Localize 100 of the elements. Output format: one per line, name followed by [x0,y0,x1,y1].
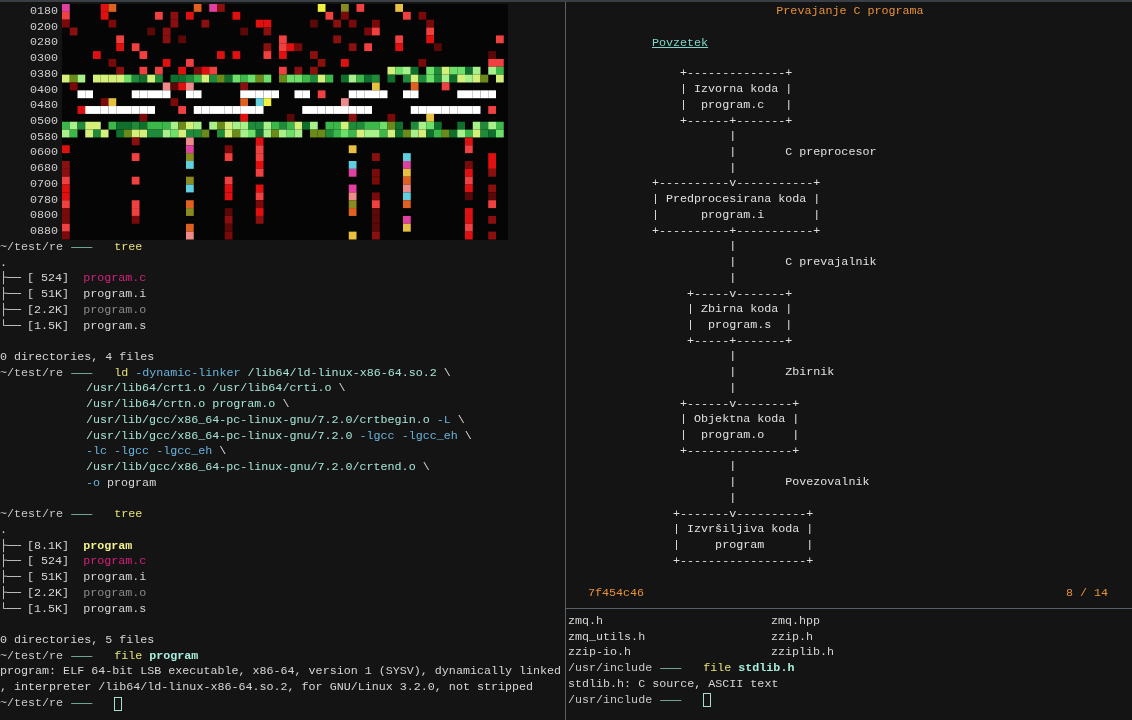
file-size: [ 51K] [27,570,70,586]
diagram-line: | [728,349,737,366]
output-line: 0 directories, 4 files [0,350,155,366]
command-option: -L [436,412,451,427]
diagram-line: | C preprocesor [728,145,877,161]
file-size: [2.2K] [27,585,70,602]
diagram-line: | Predprocesirana koda | [652,192,821,208]
command-name: tree [114,507,143,522]
file-size: [1.5K] [27,318,70,335]
diagram-line: | Izvršiljiva koda | [672,522,814,538]
command-text: \ [282,397,290,412]
prompt-separator: ——— [71,507,93,523]
prompt-path: ~/test/re [0,648,64,665]
offset-label: 0200 [29,19,58,36]
file-size: [1.5K] [27,601,70,618]
tree-branch: ├── [0,570,22,586]
tree-branch: └── [0,318,22,335]
diagram-line: | Zbirna koda | [686,302,793,318]
offset-label: 0600 [29,145,58,162]
diagram-line: +--------------+ [679,66,793,83]
diagram-line: | Izvorna koda | [679,82,793,98]
file-name: program [83,538,133,555]
file-name: program.o [83,302,147,319]
output-line: program: ELF 64-bit LSB executable, x86-64, version 1 (SYSV), dynamically linked [0,664,562,681]
terminal-cursor [703,693,712,708]
file-name: zmq_utils.h [568,629,647,646]
diagram-line: +-----+-------+ [686,333,793,350]
diagram-line: | [728,239,737,256]
command-path: /usr/lib/gcc/x86_64-pc-linux-gnu/7.2.0/crtbegin.o [86,412,430,427]
command-text: \ [464,428,472,443]
prompt-separator: ——— [71,365,93,382]
diagram-line: +------------------+ [672,553,814,570]
output-line: 0 directories, 5 files [0,632,155,649]
prompt-path: /usr/include [568,661,653,677]
diagram-line: +----------v-----------+ [652,176,821,193]
file-size: [8.1K] [27,538,70,555]
command-text: \ [422,460,430,475]
diagram-line: | [728,160,737,177]
offset-label: 0400 [29,82,58,99]
diagram-line: | Objektna koda | [679,412,800,428]
output-line: , interpreter /lib64/ld-linux-x86-64.so.2, for GNU/Linux 3.2.0, not stripped [0,680,534,696]
file-name: zzip-io.h [568,645,633,662]
prompt-separator: ——— [660,692,682,709]
diagram-line: | [728,129,737,146]
prompt-path: ~/test/re [0,507,64,523]
diagram-line: +------+-------+ [679,113,793,130]
file-size: [ 524] [27,554,70,571]
file-name: program.o [83,585,147,602]
diagram-line: | program.s | [686,317,793,334]
diagram-line: | program.o | [679,427,800,444]
prompt-separator: ——— [71,695,93,712]
offset-label: 0500 [29,114,58,130]
command-text: \ [338,381,346,396]
diagram-line: | [728,380,737,397]
file-name: program.c [83,271,147,288]
command-path: /usr/lib64/crtn.o program.o [86,397,276,412]
prompt-path: /usr/include [568,692,653,709]
output-line: . [0,522,7,539]
offset-label: 0680 [29,161,58,177]
prompt-path: ~/test/re [0,365,64,382]
command-argument: stdlib.h [738,661,795,676]
file-name: zmq.hpp [771,614,821,630]
command-argument: program [149,648,199,663]
tree-branch: ├── [0,554,22,570]
diagram-line: +-----v-------+ [686,286,793,303]
command-name: ld [114,365,129,380]
file-name: program.i [83,287,147,303]
file-name: program.c [83,554,147,571]
file-name: program.s [83,601,147,618]
tree-branch: ├── [0,585,22,602]
offset-label: 0480 [29,98,58,115]
offset-label: 0180 [29,4,58,20]
diagram-line: | Povezovalnik [728,475,870,491]
command-option: -o [86,475,101,490]
file-name: program.s [83,318,147,335]
prompt-path: ~/test/re [0,695,64,712]
offset-label: 0380 [29,66,58,83]
command-path: /usr/lib64/crt1.o /usr/lib64/crti.o [86,381,332,396]
diagram-line: +------v--------+ [679,396,800,413]
output-line: . [0,255,7,271]
offset-label: 0700 [29,176,58,193]
command-option: -dynamic-linker [135,365,241,380]
offset-label: 0580 [29,129,58,146]
command-name: tree [114,240,143,254]
tree-branch: ├── [0,538,22,554]
status-text: 7f454c46 [588,586,645,602]
offset-label: 0800 [29,208,58,225]
command-path: /lib64/ld-linux-x86-64.so.2 [247,365,437,380]
diagram-line: +----------+-----------+ [652,223,821,240]
tree-branch: └── [0,601,22,618]
file-name: program.i [83,570,147,586]
summary-link[interactable]: Povzetek [652,35,709,50]
terminal-cursor [114,696,123,711]
diagram-line: | [728,490,737,507]
command-path: /usr/lib/gcc/x86_64-pc-linux-gnu/7.2.0 [86,428,353,443]
command-text: program [107,475,157,490]
file-size: [ 51K] [27,287,70,303]
file-name: zziplib.h [771,645,835,662]
diagram-line: | Zbirnik [728,365,835,381]
diagram-line: | program.c | [679,97,793,114]
